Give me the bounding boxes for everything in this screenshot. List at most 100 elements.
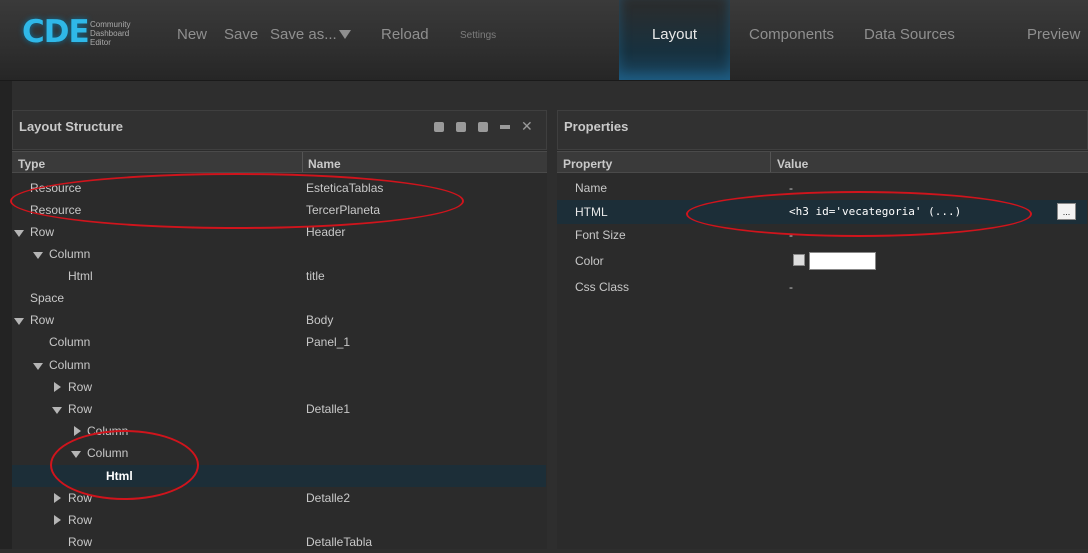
column-property-header[interactable]: Property	[563, 157, 612, 171]
property-row[interactable]: Color	[557, 249, 1087, 273]
tree-row[interactable]: Column	[12, 243, 546, 265]
cde-logo: CDE Community Dashboard Editor	[18, 12, 138, 52]
edit-html-button[interactable]: ...	[1057, 203, 1076, 220]
html-value[interactable]: <h3 id='vecategoria' (...)	[789, 205, 961, 218]
tree-row[interactable]: Space	[12, 287, 546, 309]
property-row[interactable]: Font Size -	[557, 223, 1087, 247]
tree-row-name: TercerPlaneta	[306, 203, 381, 217]
property-value[interactable]: -	[789, 280, 793, 294]
property-label: Color	[575, 254, 604, 268]
tab-layout[interactable]: Layout	[619, 0, 730, 80]
column-divider[interactable]	[770, 152, 771, 172]
tree-row-type: Column	[49, 335, 91, 349]
move-down-icon[interactable]	[434, 122, 444, 132]
tree-row-name: Detalle1	[306, 402, 351, 416]
tree-row[interactable]: Row Detalle2	[12, 487, 546, 509]
save-as-button[interactable]: Save as...	[270, 26, 337, 43]
tree-row-type: Html	[68, 269, 93, 283]
expand-caret-icon[interactable]	[71, 451, 81, 458]
new-button[interactable]: New	[177, 26, 207, 43]
property-label: Css Class	[575, 280, 630, 294]
reload-button[interactable]: Reload	[381, 26, 429, 43]
tree-row-type: Column	[87, 424, 129, 438]
column-value-header[interactable]: Value	[777, 157, 808, 171]
chevron-down-icon[interactable]	[339, 30, 351, 39]
tree-row-selected[interactable]: Html	[12, 465, 546, 487]
tree-row-type: Row	[68, 380, 93, 394]
tree-row-type: Row	[68, 402, 93, 416]
tree-row[interactable]: Resource EsteticaTablas	[12, 177, 546, 199]
tree-row-type: Space	[30, 291, 65, 305]
tab-data-sources[interactable]: Data Sources	[864, 26, 955, 43]
expand-caret-icon[interactable]	[14, 318, 24, 325]
column-name-header[interactable]: Name	[308, 157, 341, 171]
tree-row[interactable]: Row Detalle1	[12, 398, 546, 420]
tree-row[interactable]: Column Panel_1	[12, 331, 546, 353]
tree-row[interactable]: Column	[12, 420, 546, 442]
tree-row-type: Row	[30, 225, 55, 239]
collapsed-caret-icon[interactable]	[54, 515, 61, 525]
tree-row-name: Body	[306, 313, 334, 327]
tree-row[interactable]: Row Body	[12, 309, 546, 331]
property-row-selected[interactable]: HTML <h3 id='vecategoria' (...) ...	[557, 200, 1087, 224]
collapsed-caret-icon[interactable]	[54, 493, 61, 503]
tree-row[interactable]: Column	[12, 354, 546, 376]
collapsed-caret-icon[interactable]	[74, 426, 81, 436]
property-row[interactable]: Css Class -	[557, 275, 1087, 299]
move-up-icon[interactable]	[456, 122, 466, 132]
column-divider[interactable]	[302, 152, 303, 172]
layout-structure-panel: Layout Structure ✕ Type Name Resource Es…	[12, 110, 547, 549]
left-strip	[0, 0, 12, 549]
property-value[interactable]: -	[789, 228, 793, 242]
property-label: Name	[575, 181, 608, 195]
tree-row[interactable]: Row Header	[12, 221, 546, 243]
expand-caret-icon[interactable]	[52, 407, 62, 414]
tree-row-type: Row	[68, 535, 93, 549]
tree-row[interactable]: Column	[12, 442, 546, 464]
logo-mark: CDE	[22, 14, 90, 50]
logo-subtitle: Community Dashboard Editor	[90, 20, 131, 47]
expand-caret-icon[interactable]	[33, 252, 43, 259]
tree-row[interactable]: Row DetalleTabla	[12, 531, 546, 553]
property-label: HTML	[575, 205, 608, 219]
tree-row-type: Row	[68, 513, 93, 527]
panel-title: Properties	[564, 119, 629, 134]
column-type-header[interactable]: Type	[18, 157, 45, 171]
tree-row-type: Column	[49, 358, 91, 372]
color-input[interactable]	[809, 252, 876, 270]
tree-row-type: Resource	[30, 181, 82, 195]
settings-button[interactable]: Settings	[460, 30, 496, 41]
expand-caret-icon[interactable]	[14, 230, 24, 237]
expand-caret-icon[interactable]	[33, 363, 43, 370]
tree-row-name: EsteticaTablas	[306, 181, 384, 195]
tree-row-type: Column	[87, 446, 129, 460]
property-row[interactable]: Name -	[557, 176, 1087, 200]
layout-panel-header: Layout Structure ✕	[12, 110, 547, 150]
tree-row-name: DetalleTabla	[306, 535, 373, 549]
tree-row-type: Row	[30, 313, 55, 327]
properties-column-header: Property Value	[557, 151, 1088, 173]
layout-column-header: Type Name	[12, 151, 547, 173]
tree-row-name: Panel_1	[306, 335, 351, 349]
tree-row[interactable]: Row	[12, 509, 546, 531]
tree-row-type: Resource	[30, 203, 82, 217]
tab-preview[interactable]: Preview	[1027, 26, 1080, 43]
property-value[interactable]: -	[789, 181, 793, 195]
tree-row[interactable]: Html title	[12, 265, 546, 287]
tree-row[interactable]: Resource TercerPlaneta	[12, 199, 546, 221]
add-icon[interactable]	[478, 122, 488, 132]
tree-row-type: Row	[68, 491, 93, 505]
tree-row-type: Column	[49, 247, 91, 261]
tree-row-name: title	[306, 269, 325, 283]
tab-components[interactable]: Components	[749, 26, 834, 43]
tree-row-type: Html	[106, 469, 133, 483]
color-checkbox[interactable]	[793, 254, 805, 266]
close-icon[interactable]: ✕	[521, 119, 533, 133]
collapsed-caret-icon[interactable]	[54, 382, 61, 392]
panel-title: Layout Structure	[19, 119, 124, 134]
collapse-icon[interactable]	[500, 125, 510, 129]
tree-row[interactable]: Row	[12, 376, 546, 398]
top-bar: CDE Community Dashboard Editor New Save …	[0, 0, 1088, 81]
properties-panel-header: Properties	[557, 110, 1088, 150]
save-button[interactable]: Save	[224, 26, 258, 43]
